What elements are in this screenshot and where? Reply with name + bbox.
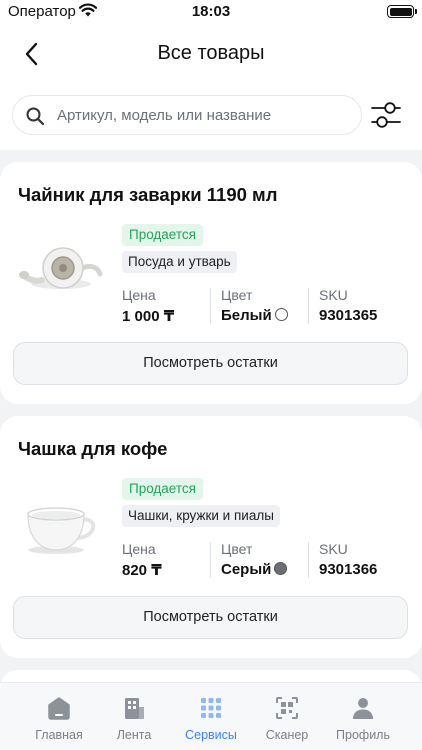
- color-value: Серый: [221, 561, 288, 578]
- sku-label: SKU: [319, 541, 348, 557]
- cup-image: [27, 507, 96, 554]
- divider: [210, 288, 211, 324]
- tab-label: Профиль: [336, 728, 390, 742]
- color-name: Белый: [221, 307, 272, 324]
- tab-services[interactable]: Сервисы: [169, 683, 253, 750]
- view-stock-button[interactable]: Посмотреть остатки: [13, 596, 408, 639]
- price-value: 1 000 ₸: [122, 308, 175, 325]
- divider: [210, 542, 211, 578]
- sku-label: SKU: [319, 287, 348, 303]
- filter-settings-button[interactable]: [370, 100, 402, 130]
- status-bar: Оператор 18:03: [0, 0, 422, 24]
- page-title: Все товары: [157, 42, 265, 64]
- tab-label: Сканер: [265, 728, 309, 742]
- color-value: Белый: [221, 307, 288, 324]
- product-card[interactable]: Чайник для заварки 1190 мл Продается Пос…: [0, 162, 422, 404]
- color-label: Цвет: [221, 541, 253, 557]
- tab-label: Главная: [35, 728, 83, 742]
- teapot-image: [19, 247, 103, 289]
- battery-icon: [387, 5, 417, 18]
- divider: [308, 542, 309, 578]
- color-swatch: [274, 308, 288, 321]
- search-icon: [26, 107, 45, 126]
- tab-feed[interactable]: Лента: [92, 683, 176, 750]
- product-name[interactable]: Чайник для заварки 1190 мл: [18, 184, 277, 206]
- scanner-icon: [276, 697, 298, 719]
- search-input[interactable]: [57, 96, 353, 134]
- sku-value: 9301365: [319, 307, 378, 324]
- price-label: Цена: [122, 287, 156, 303]
- tab-label: Лента: [116, 728, 152, 742]
- status-badge: Продается: [122, 478, 203, 500]
- services-grid-icon: [201, 698, 221, 718]
- tab-scanner[interactable]: Сканер: [245, 683, 329, 750]
- navigation-bar: Все товары: [0, 30, 422, 76]
- sku-value: 9301366: [319, 561, 378, 578]
- color-name: Серый: [221, 561, 272, 578]
- product-name[interactable]: Чашка для кофе: [18, 438, 167, 460]
- view-stock-button[interactable]: Посмотреть остатки: [13, 342, 408, 385]
- profile-icon: [353, 698, 373, 719]
- tab-profile[interactable]: Профиль: [321, 683, 405, 750]
- tab-label: Сервисы: [185, 728, 237, 742]
- tab-home[interactable]: Главная: [17, 683, 101, 750]
- price-label: Цена: [122, 541, 156, 557]
- price-value: 820 ₸: [122, 562, 162, 579]
- color-swatch: [274, 562, 288, 575]
- clock: 18:03: [191, 3, 231, 20]
- product-card[interactable]: Чашка для кофе Продается Чашки, кружки и…: [0, 416, 422, 658]
- category-badge: Чашки, кружки и пиалы: [122, 505, 280, 527]
- tab-bar: Главная Лента Сервисы Сканер Профиль: [0, 682, 422, 750]
- home-icon: [48, 697, 70, 720]
- category-badge: Посуда и утварь: [122, 251, 237, 273]
- status-badge: Продается: [122, 224, 203, 246]
- color-label: Цвет: [221, 287, 253, 303]
- divider: [308, 288, 309, 324]
- feed-icon: [125, 698, 144, 719]
- search-box[interactable]: [12, 95, 362, 135]
